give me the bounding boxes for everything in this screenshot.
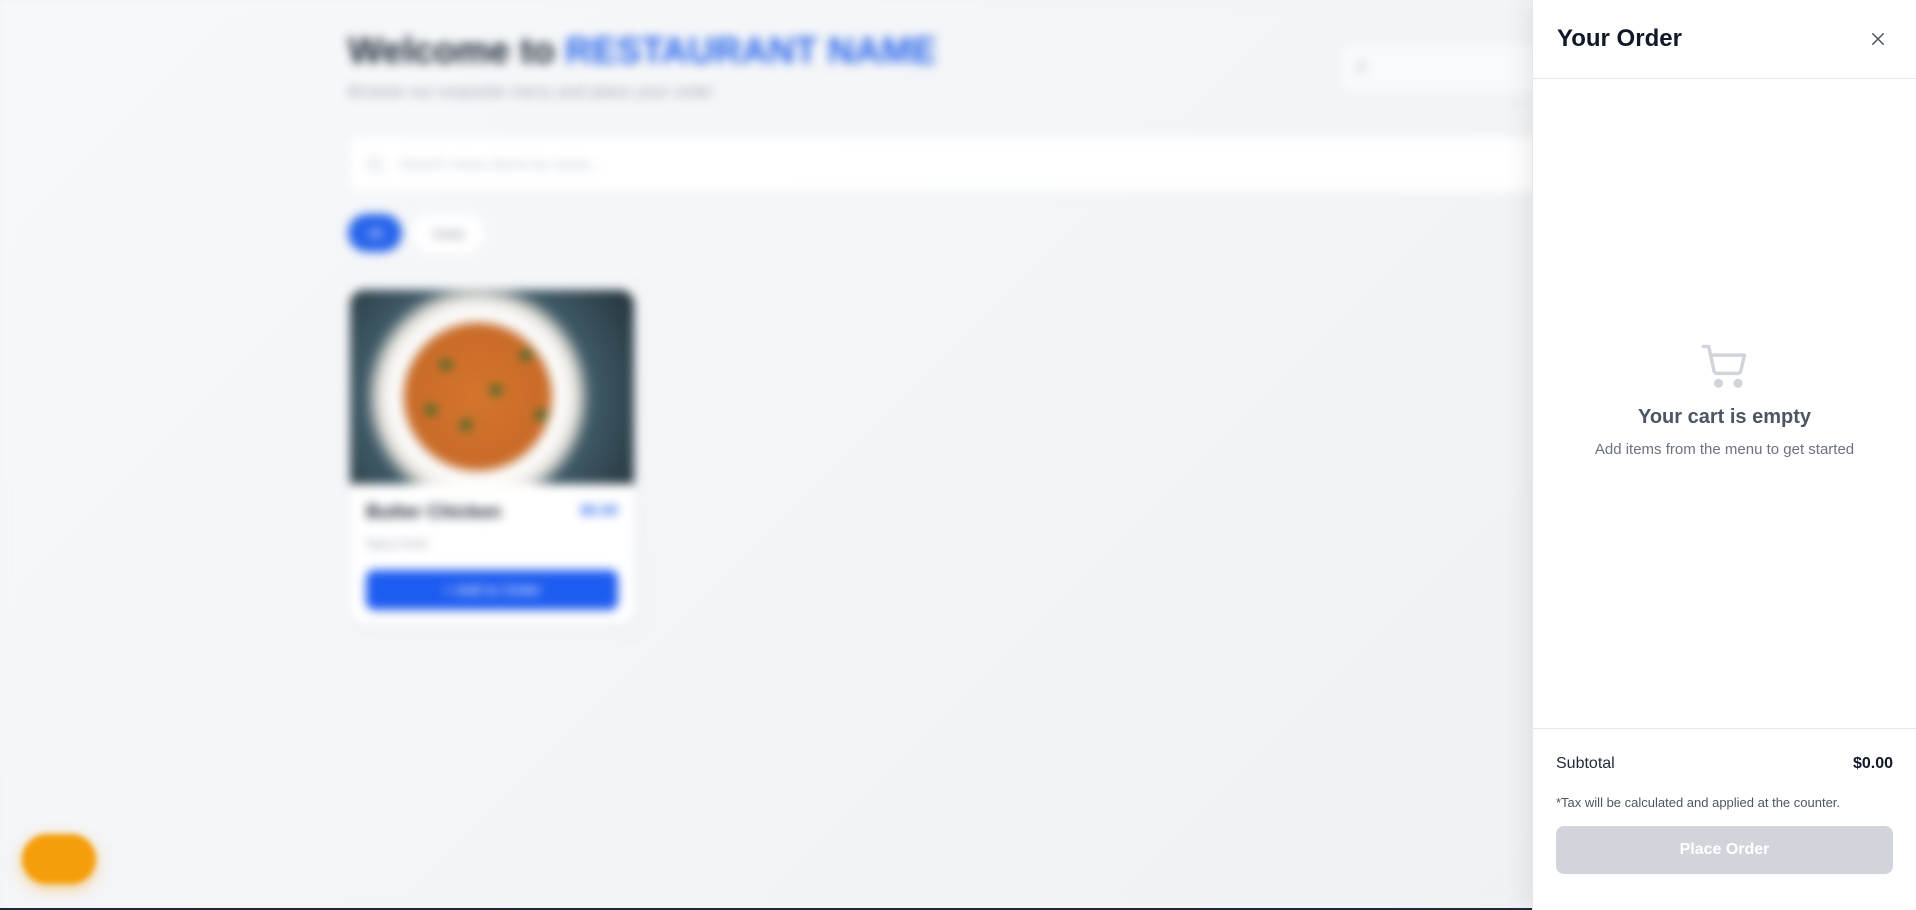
close-button[interactable] xyxy=(1864,25,1892,53)
subtotal-value: $0.00 xyxy=(1852,755,1893,772)
restaurant-name: RESTAURANT NAME xyxy=(565,30,937,71)
food-image xyxy=(350,290,634,484)
filter-chip-all[interactable]: All xyxy=(348,214,403,252)
cart-title: Your Order xyxy=(1557,25,1682,52)
tax-note: *Tax will be calculated and applied at t… xyxy=(1556,795,1841,810)
empty-cart-subtitle: Add items from the menu to get started xyxy=(1594,441,1855,458)
subtotal-label: Subtotal xyxy=(1556,755,1615,772)
search-placeholder: Search menu items by name... xyxy=(399,155,603,173)
category-filters: All Curry xyxy=(348,214,485,252)
empty-cart-title: Your cart is empty xyxy=(1637,406,1812,428)
cart-drawer: Your Order Your cart is empty Add items … xyxy=(1532,0,1916,910)
floating-action-button[interactable] xyxy=(22,834,96,884)
subtotal-row: Subtotal $0.00 xyxy=(1556,755,1893,773)
close-icon xyxy=(1872,33,1884,45)
filter-chip-curry[interactable]: Curry xyxy=(412,214,485,252)
page-subtitle: Browse our exquisite menu and place your… xyxy=(348,82,714,101)
welcome-prefix: Welcome to xyxy=(348,30,555,71)
cart-icon xyxy=(1701,344,1746,388)
cart-footer: Subtotal $0.00 *Tax will be calculated a… xyxy=(1533,728,1916,910)
menu-item-description: Spicy food xyxy=(366,536,427,551)
empty-cart-state: Your cart is empty Add items from the me… xyxy=(1533,340,1916,458)
menu-item-card: Butter Chicken $0.00 Spicy food + Add to… xyxy=(350,290,634,624)
page-title: Welcome to RESTAURANT NAME xyxy=(348,30,937,72)
search-icon xyxy=(367,156,384,173)
menu-item-price: $0.00 xyxy=(580,502,618,519)
search-input[interactable]: Search menu items by name... xyxy=(348,136,1648,192)
menu-item-name: Butter Chicken xyxy=(366,502,502,523)
add-to-order-button[interactable]: + Add to Order xyxy=(366,570,618,610)
cart-header: Your Order xyxy=(1533,0,1916,79)
place-order-button[interactable]: Place Order xyxy=(1556,826,1893,874)
